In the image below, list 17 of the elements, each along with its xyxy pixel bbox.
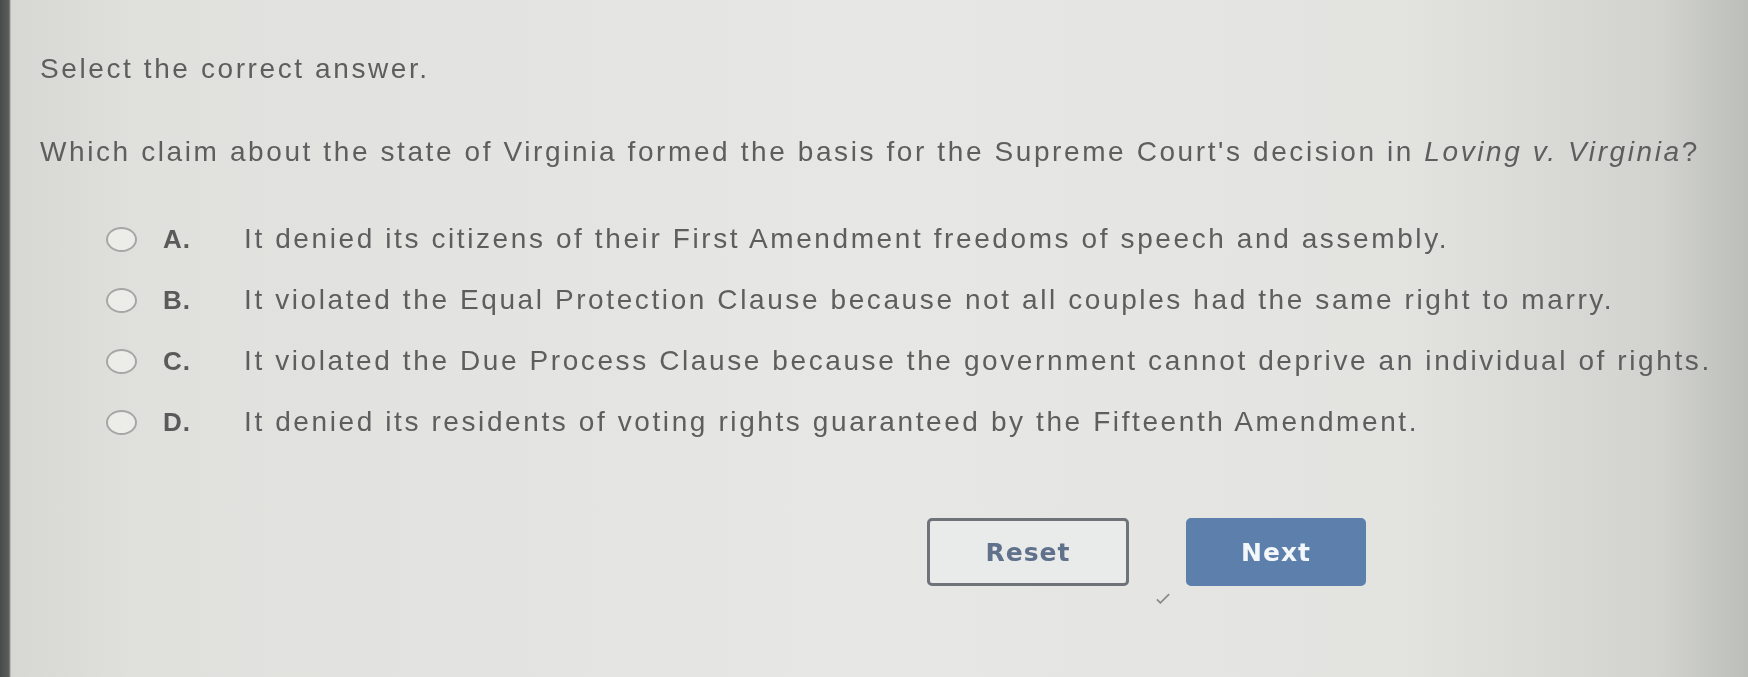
radio-button[interactable] (106, 287, 137, 313)
option-letter: A. (163, 223, 192, 255)
reset-button[interactable]: Reset (927, 518, 1129, 586)
radio-button[interactable] (106, 348, 137, 374)
option-letter: D. (163, 406, 192, 438)
option-text: It denied its citizens of their First Amendment freedoms of speech and assembly. (244, 223, 1450, 255)
next-button[interactable]: Next (1186, 518, 1366, 586)
option-letter: B. (163, 284, 192, 316)
option-letter: C. (163, 345, 192, 377)
option-text: It denied its residents of voting rights guaranteed by the Fifteenth Amendment. (244, 406, 1420, 438)
question-text: Which claim about the state of Virginia formed the basis for the Supreme Court's decision in Loving v. Virginia? (40, 136, 1701, 168)
check-icon (1156, 593, 1170, 604)
radio-button[interactable] (106, 226, 137, 252)
instruction-text: Select the correct answer. (40, 53, 431, 85)
option-text: It violated the Equal Protection Clause because not all couples had the same right to marry. (244, 284, 1615, 316)
option-text: It violated the Due Process Clause because the government cannot deprive an individual of rights. (244, 345, 1712, 377)
radio-button[interactable] (106, 409, 137, 435)
